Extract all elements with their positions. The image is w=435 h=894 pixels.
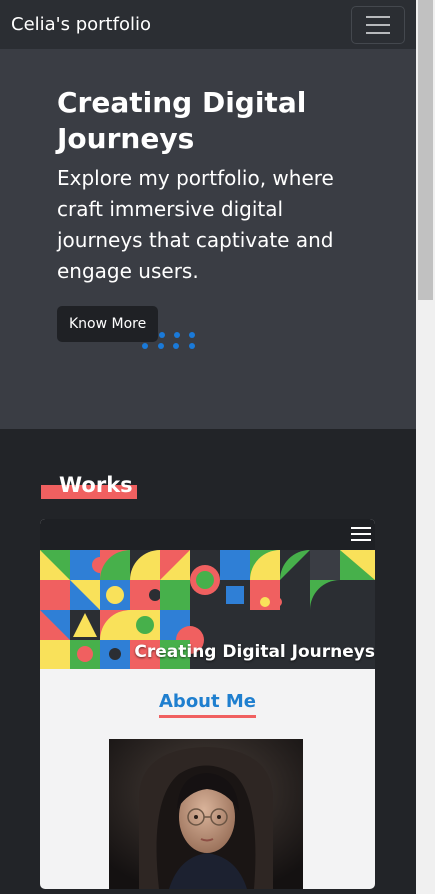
about-section: About Me — [40, 669, 375, 718]
dot — [142, 343, 148, 349]
dot — [189, 332, 195, 338]
know-more-button[interactable]: Know More — [57, 306, 159, 342]
hamburger-icon[interactable] — [351, 527, 371, 541]
dot — [174, 332, 180, 338]
dot — [158, 343, 164, 349]
scrollbar[interactable] — [416, 0, 435, 894]
preview-banner: Creating Digital Journeys — [40, 550, 375, 669]
brand-link[interactable]: Celia's portfolio — [11, 14, 151, 35]
page: Celia's portfolio Creating Digital Journ… — [0, 0, 416, 894]
hamburger-icon-line — [366, 23, 390, 26]
works-heading: Works — [59, 473, 133, 497]
preview-navbar — [40, 519, 375, 550]
navbar: Celia's portfolio — [0, 0, 416, 49]
banner-caption: Creating Digital Journeys — [134, 642, 375, 662]
dot — [159, 332, 165, 338]
menu-toggle-button[interactable] — [351, 5, 405, 44]
hamburger-icon-line — [366, 15, 390, 18]
portrait-image — [109, 739, 303, 889]
hero-section: Creating Digital Journeys Explore my por… — [0, 49, 416, 429]
hamburger-icon-line — [366, 31, 390, 34]
work-preview-card[interactable]: Creating Digital Journeys About Me — [40, 519, 375, 889]
scrollbar-thumb[interactable] — [418, 0, 433, 300]
dot — [173, 343, 179, 349]
about-heading: About Me — [159, 691, 256, 718]
hero-title: Creating Digital Journeys — [57, 86, 307, 155]
dot — [189, 343, 195, 349]
works-section: Works Creating Digital Journeys About Me — [0, 429, 416, 894]
hero-text: Explore my portfolio, where craft immers… — [57, 166, 334, 283]
